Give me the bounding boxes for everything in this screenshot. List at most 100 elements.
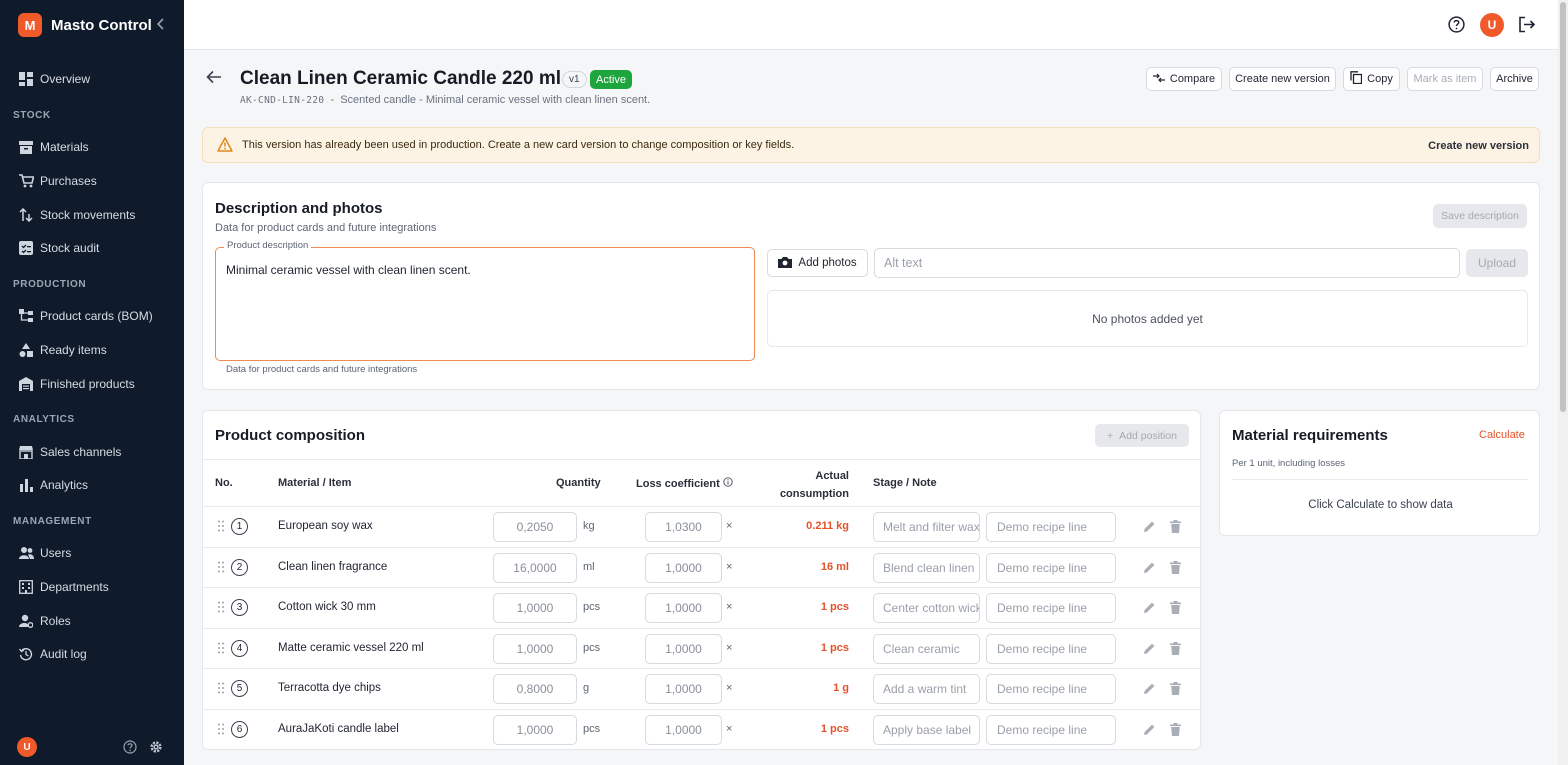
plus-icon: + xyxy=(1107,429,1114,442)
drag-handle-icon[interactable] xyxy=(218,723,224,738)
note-input[interactable]: Demo recipe line xyxy=(986,593,1116,623)
add-position-button[interactable]: + Add position xyxy=(1095,424,1189,447)
col-actual-line2: consumption xyxy=(779,488,849,500)
sidebar-item-finished-products[interactable]: Finished products xyxy=(18,376,135,392)
trash-icon[interactable] xyxy=(1170,722,1181,739)
sidebar-item-materials[interactable]: Materials xyxy=(18,139,89,155)
page-scrollbar[interactable] xyxy=(1558,0,1568,765)
trash-icon[interactable] xyxy=(1170,560,1181,577)
archive-button[interactable]: Archive xyxy=(1490,67,1539,91)
material-name: Matte ceramic vessel 220 ml xyxy=(278,641,424,654)
quantity-input[interactable]: 16,0000 xyxy=(493,552,577,583)
compare-button[interactable]: Compare xyxy=(1146,67,1222,91)
sidebar-item-users[interactable]: Users xyxy=(18,545,71,561)
shapes-icon xyxy=(18,342,34,358)
logout-icon[interactable] xyxy=(1518,16,1536,36)
col-material: Material / Item xyxy=(278,477,352,489)
create-new-version-button[interactable]: Create new version xyxy=(1229,67,1336,91)
stage-input[interactable]: Add a warm tint xyxy=(873,674,980,704)
note-input[interactable]: Demo recipe line xyxy=(986,552,1116,583)
sidebar-item-stock-audit[interactable]: Stock audit xyxy=(18,240,99,256)
history-icon xyxy=(18,646,34,662)
loss-coefficient-input[interactable]: 1,0000 xyxy=(645,552,722,583)
settings-gear-icon[interactable] xyxy=(149,740,163,757)
drag-handle-icon[interactable] xyxy=(218,520,224,535)
quantity-input[interactable]: 0,2050 xyxy=(493,512,577,542)
stage-input[interactable]: Apply base label xyxy=(873,714,980,745)
avatar[interactable]: U xyxy=(17,737,37,757)
note-input[interactable]: Demo recipe line xyxy=(986,512,1116,542)
sidebar-item-purchases[interactable]: Purchases xyxy=(18,173,97,189)
trash-icon[interactable] xyxy=(1170,520,1181,536)
stage-input[interactable]: Clean ceramic xyxy=(873,633,980,664)
note-input[interactable]: Demo recipe line xyxy=(986,714,1116,745)
alt-text-input[interactable]: Alt text xyxy=(874,248,1460,278)
loss-coefficient-input[interactable]: 1,0300 xyxy=(645,512,722,542)
trash-icon[interactable] xyxy=(1170,601,1181,617)
sidebar-item-sales-channels[interactable]: Sales channels xyxy=(18,444,121,460)
edit-pencil-icon[interactable] xyxy=(1143,723,1156,739)
sidebar-item-overview[interactable]: Overview xyxy=(18,71,90,87)
info-icon[interactable] xyxy=(723,477,733,490)
loss-coefficient-input[interactable]: 1,0000 xyxy=(645,633,722,664)
sidebar-item-roles[interactable]: Roles xyxy=(18,613,71,629)
edit-pencil-icon[interactable] xyxy=(1143,561,1156,577)
upload-button[interactable]: Upload xyxy=(1466,249,1528,277)
edit-pencil-icon[interactable] xyxy=(1143,642,1156,658)
col-quantity: Quantity xyxy=(556,477,601,489)
swap-vertical-icon xyxy=(18,207,34,223)
loss-coefficient-input[interactable]: 1,0000 xyxy=(645,714,722,745)
add-photos-button[interactable]: Add photos xyxy=(767,249,868,277)
help-icon[interactable] xyxy=(1448,16,1465,36)
back-arrow-icon[interactable] xyxy=(206,70,222,89)
scrollbar-thumb[interactable] xyxy=(1560,2,1566,412)
multiply-sign: × xyxy=(726,560,733,573)
drag-handle-icon[interactable] xyxy=(218,642,224,657)
stage-input[interactable]: Blend clean linen xyxy=(873,552,980,583)
sidebar-item-analytics[interactable]: Analytics xyxy=(18,477,88,493)
drag-handle-icon[interactable] xyxy=(218,561,224,576)
edit-pencil-icon[interactable] xyxy=(1143,682,1156,698)
warning-create-version-link[interactable]: Create new version xyxy=(1428,140,1529,152)
sidebar-item-departments[interactable]: Departments xyxy=(18,579,109,595)
field-value[interactable]: Minimal ceramic vessel with clean linen … xyxy=(226,263,471,277)
sidebar-item-product-cards[interactable]: Product cards (BOM) xyxy=(18,308,153,324)
edit-pencil-icon[interactable] xyxy=(1143,520,1156,536)
calculate-link[interactable]: Calculate xyxy=(1479,429,1525,441)
quantity-input[interactable]: 1,0000 xyxy=(493,633,577,664)
quantity-input[interactable]: 1,0000 xyxy=(493,593,577,623)
material-name: Clean linen fragrance xyxy=(278,560,388,573)
actual-consumption: 16 ml xyxy=(820,560,849,573)
sidebar-item-stock-movements[interactable]: Stock movements xyxy=(18,207,135,223)
table-row: 6 AuraJaKoti candle label 1,0000 pcs 1,0000 ×… xyxy=(203,708,1201,749)
product-description-field[interactable]: Product description Minimal ceramic vess… xyxy=(215,240,755,361)
help-icon[interactable] xyxy=(123,740,137,757)
page-title: Clean Linen Ceramic Candle 220 ml xyxy=(240,68,562,89)
drag-handle-icon[interactable] xyxy=(218,601,224,616)
section-analytics: ANALYTICS xyxy=(13,414,75,425)
save-description-button[interactable]: Save description xyxy=(1433,204,1527,228)
user-avatar[interactable]: U xyxy=(1480,13,1504,37)
loss-coefficient-input[interactable]: 1,0000 xyxy=(645,593,722,623)
stage-input[interactable]: Center cotton wick xyxy=(873,593,980,623)
loss-coefficient-input[interactable]: 1,0000 xyxy=(645,674,722,704)
sidebar-item-audit-log[interactable]: Audit log xyxy=(18,646,87,662)
note-input[interactable]: Demo recipe line xyxy=(986,674,1116,704)
card-title: Product composition xyxy=(215,427,365,444)
section-stock: STOCK xyxy=(13,110,51,121)
collapse-sidebar-icon[interactable] xyxy=(156,17,166,33)
sidebar-item-ready-items[interactable]: Ready items xyxy=(18,342,107,358)
quantity-input[interactable]: 0,8000 xyxy=(493,674,577,704)
edit-pencil-icon[interactable] xyxy=(1143,601,1156,617)
bar-chart-icon xyxy=(18,477,34,493)
copy-button[interactable]: Copy xyxy=(1343,67,1400,91)
status-badge: Active xyxy=(590,70,632,89)
trash-icon[interactable] xyxy=(1170,682,1181,698)
quantity-input[interactable]: 1,0000 xyxy=(493,714,577,745)
mark-as-item-button[interactable]: Mark as item xyxy=(1407,67,1483,91)
note-input[interactable]: Demo recipe line xyxy=(986,633,1116,664)
trash-icon[interactable] xyxy=(1170,641,1181,658)
drag-handle-icon[interactable] xyxy=(218,682,224,697)
sidebar-item-label: Sales channels xyxy=(40,445,122,459)
stage-input[interactable]: Melt and filter wax xyxy=(873,512,980,542)
